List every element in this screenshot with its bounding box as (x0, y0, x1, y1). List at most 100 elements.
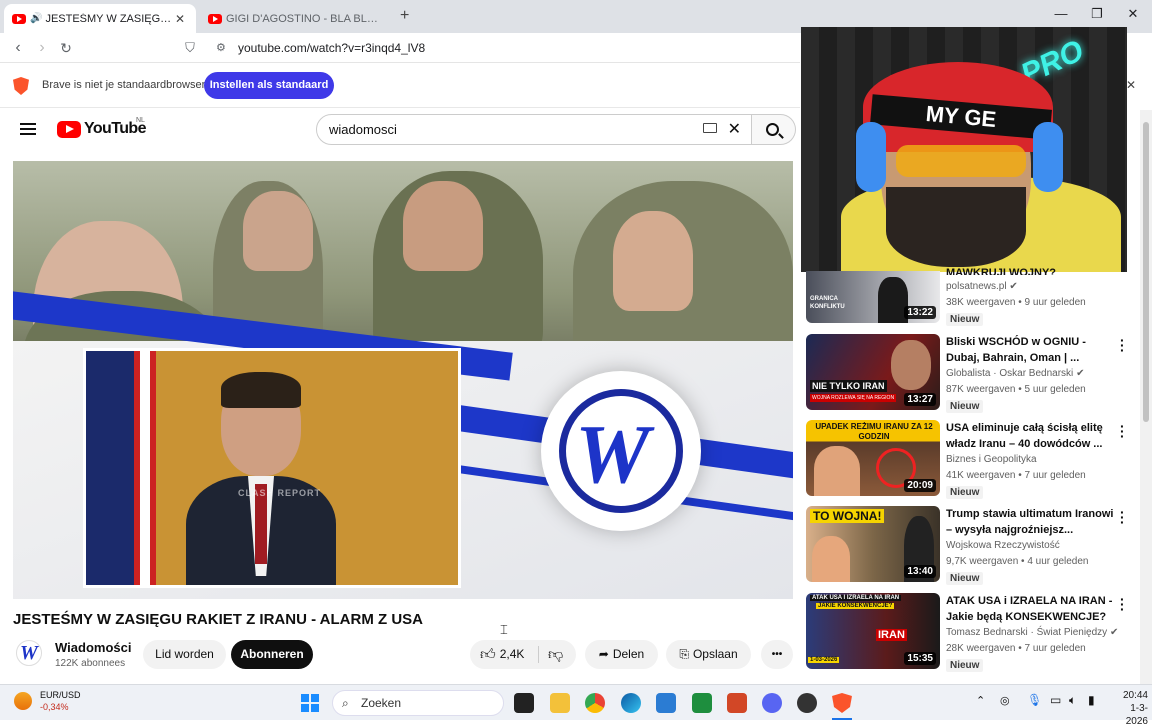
battery-icon[interactable]: ▮ (1088, 693, 1095, 707)
thumb-figure (814, 446, 860, 496)
excel-icon[interactable] (692, 693, 712, 713)
join-label: Lid worden (155, 647, 214, 661)
currency-widget[interactable]: EUR/USD -0,34% (40, 689, 81, 713)
share-button[interactable]: ➦ Delen (585, 640, 658, 669)
set-default-button[interactable]: Instellen als standaard (204, 72, 334, 99)
minimize-button[interactable]: — (1046, 6, 1076, 21)
bookmark-icon[interactable]: ⛉ (180, 38, 200, 58)
video-title[interactable]: USA eliminuje całą ścisłą elitę władz Ir… (946, 420, 1116, 452)
tab-active[interactable]: 🔊 JESTEŚMY W ZASIĘGU RAKIET ✕ (4, 4, 196, 33)
close-tab-icon[interactable]: ✕ (172, 12, 188, 26)
search-button[interactable] (752, 114, 796, 145)
site-info-icon[interactable]: ⚙ (216, 36, 226, 60)
close-window-button[interactable]: ✕ (1118, 6, 1148, 22)
face-figure (403, 181, 483, 271)
logo-w: W (575, 408, 650, 501)
search-icon (766, 123, 779, 136)
video-title: JESTEŚMY W ZASIĘGU RAKIET Z IRANU - ALAR… (13, 611, 424, 628)
channel-name[interactable]: Biznes i Geopolityka (946, 454, 1037, 465)
task-view-icon[interactable] (514, 693, 534, 713)
channel-name[interactable]: Wojskowa Rzeczywistość (946, 540, 1060, 551)
video-duration: 15:35 (904, 652, 936, 665)
tab-label: GIGI D'AGOSTINO - BLA BLA BLA ( O (226, 12, 384, 25)
video-thumbnail[interactable]: UPADEK REŻIMU IRANU ZA 12 GODZIN 20:09 (806, 420, 940, 496)
weather-widget-icon[interactable] (14, 692, 32, 710)
file-explorer-icon[interactable] (550, 693, 570, 713)
like-icon[interactable]: 👍︎ (480, 640, 496, 669)
keyboard-icon[interactable] (703, 123, 717, 133)
brave-lion-icon (13, 77, 29, 95)
more-options-icon[interactable]: · · · (1120, 505, 1125, 529)
pdf-icon[interactable] (727, 693, 747, 713)
video-thumbnail[interactable]: ATAK USA I IZRAELA NA IRAN JAKIE KONSEKW… (806, 593, 940, 669)
back-icon[interactable]: ‹ (8, 38, 28, 58)
windows-start-icon[interactable] (301, 694, 319, 712)
new-badge: Nieuw (946, 486, 984, 499)
tray-chevron-icon[interactable]: ⌃ (976, 694, 985, 707)
new-tab-button[interactable]: + (400, 7, 409, 25)
video-title[interactable]: Bliski WSCHÓD w OGNIU - Dubaj, Bahrain, … (946, 334, 1116, 366)
close-overlay-icon[interactable]: ✕ (1126, 78, 1136, 92)
microphone-icon[interactable]: 🎙︎ (1027, 693, 1042, 707)
channel-name[interactable]: Wiadomości (55, 640, 131, 655)
video-title[interactable]: ATAK USA i IZRAELA NA IRAN - Jakie będą … (946, 593, 1116, 625)
system-clock[interactable]: 20:44 1-3-2026 (1108, 689, 1148, 728)
recommendation-item[interactable]: GRANICA KONFLIKTU 13:22 MAWKRUJI WOJNY? … (806, 267, 1140, 327)
search-input[interactable]: wiadomosci ✕ (316, 114, 752, 145)
video-player[interactable]: CLASH REPORT W (13, 161, 793, 599)
volume-icon[interactable]: 🔈︎ (1069, 693, 1076, 708)
headphone-left (856, 122, 886, 192)
more-options-icon[interactable]: · · · (1120, 592, 1125, 616)
subscribe-button[interactable]: Abonneren (231, 640, 313, 669)
channel-name[interactable]: polsatnews.pl ✔ (946, 281, 1018, 292)
channel-name[interactable]: Tomasz Bednarski · Świat Pieniędzy ✔ (946, 627, 1118, 638)
subscriber-count: 122K abonnees (55, 658, 126, 669)
recommendation-item[interactable]: TO WOJNA! 13:40 Trump stawia ultimatum I… (806, 505, 1140, 586)
recommendation-item[interactable]: ATAK USA I IZRAELA NA IRAN JAKIE KONSEKW… (806, 592, 1140, 673)
word-icon[interactable] (656, 693, 676, 713)
mouse-cursor: ⌶ (500, 622, 508, 637)
edge-icon[interactable] (621, 693, 641, 713)
obs-icon[interactable] (797, 693, 817, 713)
maximize-button[interactable]: ❐ (1082, 6, 1112, 22)
like-count[interactable]: 2,4K (500, 647, 525, 661)
reload-icon[interactable]: ↻ (56, 38, 76, 58)
video-title[interactable]: Trump stawia ultimatum Iranowi – wysyła … (946, 506, 1116, 538)
network-icon[interactable]: ◎ (1000, 694, 1010, 707)
channel-avatar[interactable]: W (16, 640, 42, 666)
save-label: Opslaan (692, 647, 738, 661)
display-icon[interactable]: ▭ (1050, 693, 1061, 707)
brave-icon[interactable] (832, 693, 852, 713)
more-options-icon[interactable]: · · · (1120, 333, 1125, 357)
subscribe-label: Abonneren (240, 647, 304, 661)
youtube-logo[interactable]: YouTube NL (57, 117, 146, 138)
scrollbar-thumb[interactable] (1143, 122, 1149, 422)
video-thumbnail[interactable]: TO WOJNA! 13:40 (806, 506, 940, 582)
thumb-subcaption: WOJNA ROZLEWA SIĘ NA REGION (810, 394, 897, 402)
tab-inactive[interactable]: GIGI D'AGOSTINO - BLA BLA BLA ( O (200, 4, 392, 33)
taskbar-search[interactable]: ⌕ Zoeken (332, 690, 504, 716)
recommendation-item[interactable]: UPADEK REŻIMU IRANU ZA 12 GODZIN 20:09 U… (806, 419, 1140, 500)
video-thumbnail[interactable]: NIE TYLKO IRAN WOJNA ROZLEWA SIĘ NA REGI… (806, 334, 940, 410)
more-options-icon[interactable]: · · · (1120, 419, 1125, 443)
video-meta: 28K weergaven • 7 uur geleden (946, 643, 1086, 654)
search-icon: ⌕ (342, 696, 349, 710)
page-scrollbar[interactable] (1140, 110, 1152, 684)
save-button[interactable]: ⎘ Opslaan (666, 640, 751, 669)
chrome-icon[interactable] (585, 693, 605, 713)
streamer-beard (886, 187, 1026, 267)
video-thumbnail[interactable]: GRANICA KONFLIKTU 13:22 (806, 271, 940, 323)
channel-name[interactable]: Globalista · Oskar Bednarski ✔ (946, 368, 1084, 379)
save-icon: ⎘ (679, 647, 689, 662)
recommendation-item[interactable]: NIE TYLKO IRAN WOJNA ROZLEWA SIĘ NA REGI… (806, 333, 1140, 414)
address-bar[interactable]: ⚙ youtube.com/watch?v=r3inqd4_lV8 (206, 36, 792, 60)
dislike-icon[interactable]: 👎︎ (548, 640, 563, 669)
menu-icon[interactable] (20, 123, 36, 135)
more-actions-button[interactable]: ••• (761, 640, 793, 669)
clear-search-icon[interactable]: ✕ (728, 115, 741, 144)
discord-icon[interactable] (762, 693, 782, 713)
forward-icon[interactable]: › (32, 38, 52, 58)
join-button[interactable]: Lid worden (143, 640, 226, 669)
video-title-partial[interactable]: MAWKRUJI WOJNY? (946, 265, 1116, 275)
thumb-caption: UPADEK REŻIMU IRANU ZA 12 GODZIN (815, 422, 933, 441)
